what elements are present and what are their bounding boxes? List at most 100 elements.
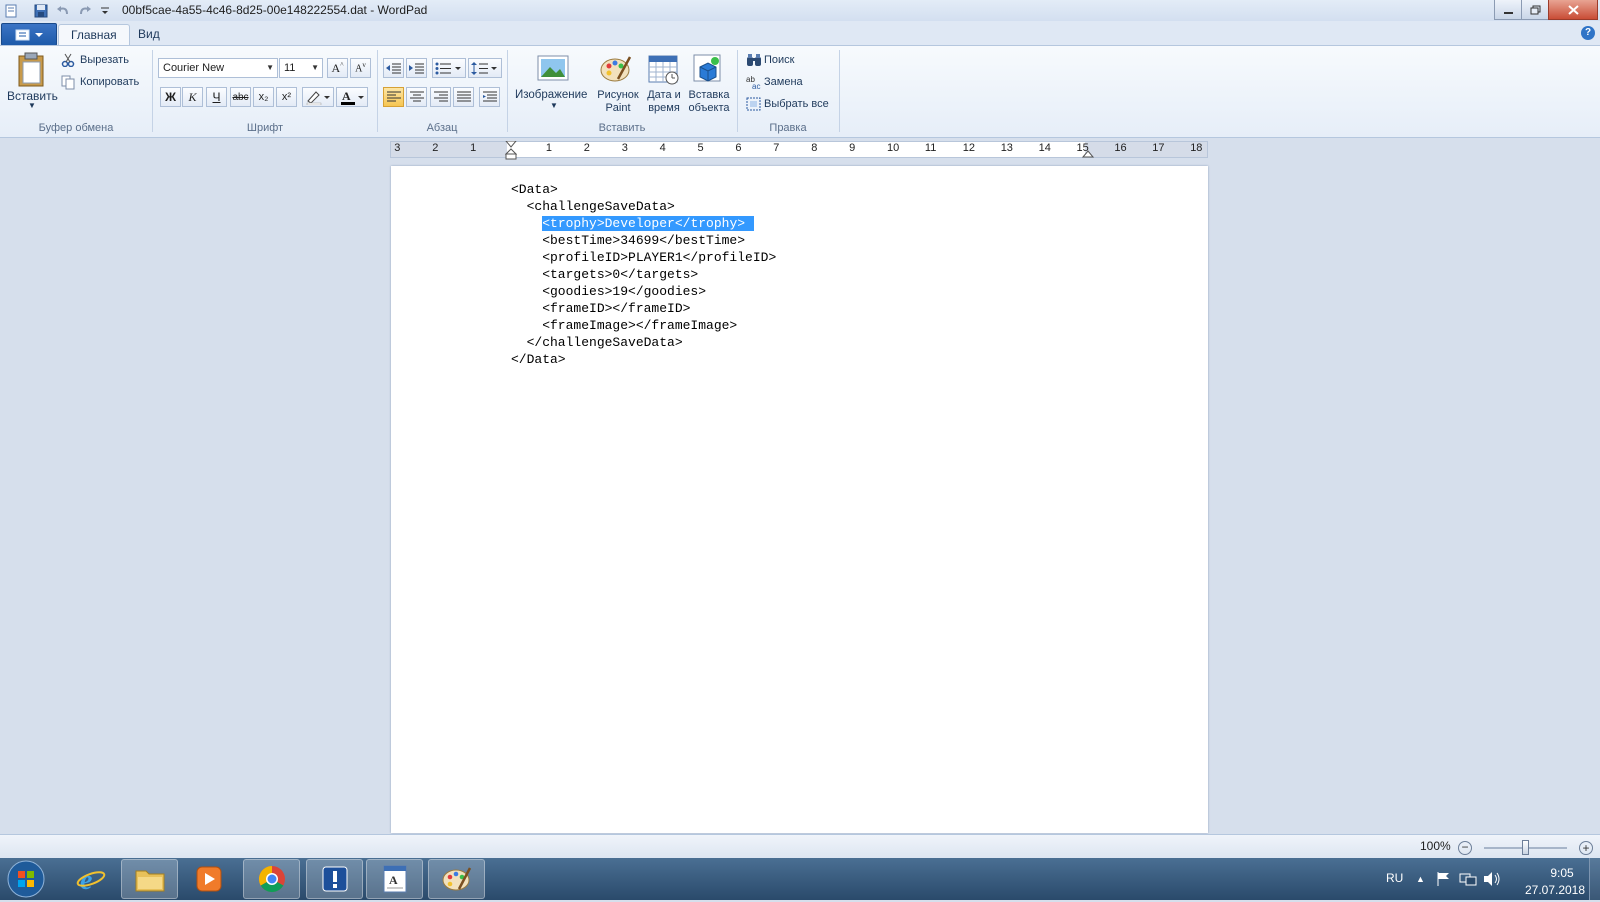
ruler-number: 11 — [924, 142, 937, 154]
date-time-label-1[interactable]: Дата и — [642, 89, 686, 101]
document-line[interactable]: <trophy>Developer</trophy> — [511, 215, 755, 232]
ruler-number: 14 — [1038, 142, 1051, 154]
insert-object-icon[interactable] — [692, 53, 724, 88]
bullets-button[interactable] — [432, 58, 466, 78]
ruler-right-margin — [1085, 142, 1207, 157]
minimize-button[interactable] — [1494, 0, 1523, 20]
replace-button[interactable]: Замена — [764, 76, 803, 88]
bold-button[interactable]: Ж — [160, 87, 181, 107]
copy-button[interactable]: Копировать — [80, 76, 139, 88]
select-all-button[interactable]: Выбрать все — [764, 98, 829, 110]
paragraph-icon — [482, 91, 497, 102]
redo-icon[interactable] — [76, 2, 93, 19]
font-family-select[interactable]: Courier New ▼ — [158, 58, 278, 78]
highlight-color-button[interactable] — [302, 87, 334, 107]
grow-font-button[interactable]: A^ — [327, 58, 348, 78]
document-line[interactable]: <Data> — [511, 181, 558, 198]
insert-image-dropdown-arrow-icon[interactable]: ▼ — [550, 101, 558, 110]
tab-view[interactable]: Вид — [126, 24, 172, 45]
taskbar-explorer[interactable] — [121, 859, 178, 899]
undo-icon[interactable] — [54, 2, 71, 19]
show-desktop-button[interactable] — [1589, 858, 1600, 900]
network-icon[interactable] — [1459, 871, 1477, 890]
volume-icon[interactable] — [1483, 871, 1501, 890]
underline-button[interactable]: Ч — [206, 87, 227, 107]
superscript-button[interactable]: x² — [276, 87, 297, 107]
minimize-icon — [1504, 11, 1513, 14]
subscript-button[interactable]: x₂ — [253, 87, 274, 107]
document-line[interactable]: <challengeSaveData> — [511, 198, 675, 215]
align-center-button[interactable] — [406, 87, 427, 107]
taskbar-chrome[interactable] — [243, 859, 300, 899]
document-line[interactable]: <frameID></frameID> — [511, 300, 690, 317]
font-size-value: 11 — [284, 62, 296, 74]
save-icon[interactable] — [32, 2, 49, 19]
insert-object-label-1[interactable]: Вставка — [686, 89, 732, 101]
document-line[interactable]: <bestTime>34699</bestTime> — [511, 232, 745, 249]
help-icon[interactable]: ? — [1581, 26, 1595, 40]
line-spacing-button[interactable] — [468, 58, 502, 78]
justify-button[interactable] — [453, 87, 474, 107]
start-button[interactable] — [6, 859, 46, 899]
ruler-number: 18 — [1190, 142, 1203, 154]
insert-object-label-2[interactable]: объекта — [686, 102, 732, 114]
picture-icon[interactable] — [537, 54, 569, 87]
restore-button[interactable] — [1521, 0, 1550, 20]
document-line[interactable]: </Data> — [511, 351, 566, 368]
wordpad-app-icon[interactable] — [2, 2, 19, 19]
paint-drawing-label-1[interactable]: Рисунок — [596, 89, 640, 101]
ruler-number: 1 — [470, 142, 477, 154]
zoom-in-button[interactable]: + — [1579, 841, 1593, 855]
date-time-label-2[interactable]: время — [642, 102, 686, 114]
strikethrough-button[interactable]: abc — [230, 87, 251, 107]
document-line[interactable]: <targets>0</targets> — [511, 266, 698, 283]
group-divider — [377, 50, 378, 132]
language-indicator[interactable]: RU — [1386, 871, 1403, 885]
insert-image-button[interactable]: Изображение — [515, 89, 587, 101]
ruler-number: 16 — [1114, 142, 1127, 154]
document-line[interactable]: <frameImage></frameImage> — [511, 317, 737, 334]
group-divider — [839, 50, 840, 132]
shrink-font-button[interactable]: Av — [350, 58, 371, 78]
paint-drawing-label-2[interactable]: Paint — [596, 102, 640, 114]
document-line[interactable]: <profileID>PLAYER1</profileID> — [511, 249, 776, 266]
clock-date[interactable]: 27.07.2018 — [1520, 883, 1590, 897]
close-button[interactable] — [1548, 0, 1598, 20]
taskbar-wordpad[interactable]: A — [366, 859, 423, 899]
customize-qat-icon[interactable] — [96, 2, 113, 19]
decrease-indent-button[interactable] — [383, 58, 404, 78]
paint-palette-icon[interactable] — [600, 53, 632, 86]
align-right-button[interactable] — [430, 87, 451, 107]
action-center-flag-icon[interactable] — [1436, 871, 1452, 890]
taskbar-app-notification[interactable] — [306, 859, 363, 899]
right-indent-marker[interactable] — [1081, 147, 1095, 162]
paragraph-settings-button[interactable] — [479, 87, 500, 107]
italic-button[interactable]: К — [182, 87, 203, 107]
paste-dropdown-arrow-icon[interactable]: ▼ — [28, 101, 36, 110]
show-hidden-icons-icon[interactable]: ▲ — [1416, 874, 1425, 884]
paste-icon[interactable] — [14, 51, 50, 91]
font-color-button[interactable]: A — [336, 87, 368, 107]
document-line[interactable]: <goodies>19</goodies> — [511, 283, 706, 300]
document-line[interactable]: </challengeSaveData> — [511, 334, 683, 351]
first-line-indent-marker[interactable] — [504, 140, 518, 164]
ruler-number: 10 — [887, 142, 900, 154]
selected-text[interactable]: <trophy>Developer</trophy> — [542, 216, 755, 231]
tab-home[interactable]: Главная — [58, 24, 130, 46]
file-menu-button[interactable] — [1, 23, 57, 46]
zoom-slider-thumb[interactable] — [1522, 840, 1529, 855]
font-size-select[interactable]: 11 ▼ — [279, 58, 323, 78]
taskbar-paint[interactable] — [428, 859, 485, 899]
zoom-out-button[interactable]: − — [1458, 841, 1472, 855]
increase-indent-button[interactable] — [406, 58, 427, 78]
clock-time[interactable]: 9:05 — [1532, 866, 1592, 880]
taskbar-media-player[interactable] — [180, 859, 237, 899]
taskbar-internet-explorer[interactable]: e — [62, 859, 119, 899]
align-left-button[interactable] — [383, 87, 404, 107]
cut-button[interactable]: Вырезать — [80, 54, 129, 66]
find-button[interactable]: Поиск — [764, 54, 794, 66]
ruler-number: 2 — [583, 142, 590, 154]
ruler-number: 3 — [394, 142, 401, 154]
calendar-clock-icon[interactable] — [648, 53, 680, 88]
clipboard-group-label: Буфер обмена — [38, 122, 114, 134]
